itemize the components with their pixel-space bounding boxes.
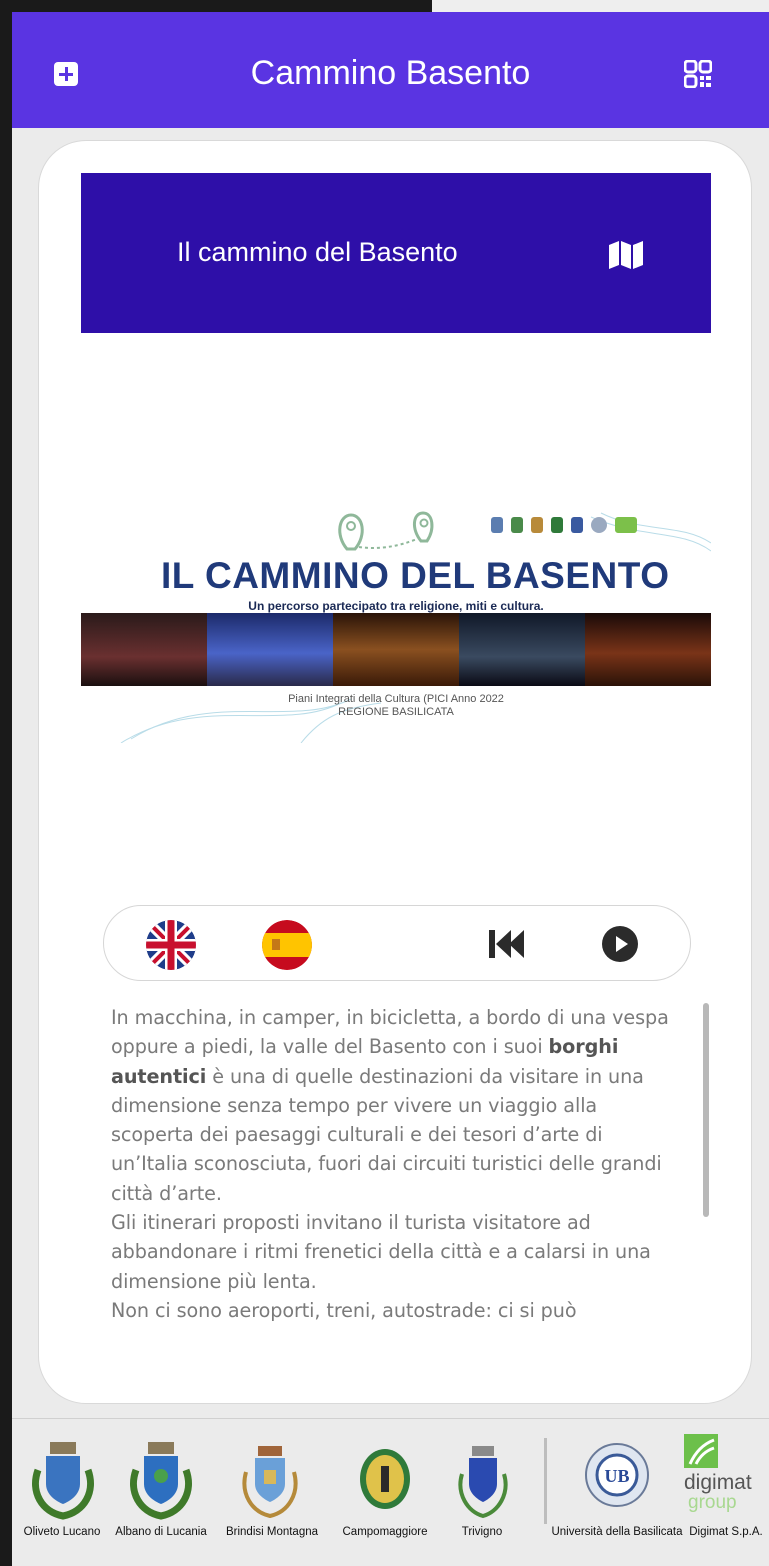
- sponsor-label: Trivigno: [461, 1526, 503, 1538]
- poster-caption-line-2: REGIONE BASILICATA: [338, 706, 454, 718]
- poster-image: IL CAMMINO DEL BASENTO Un percorso parte…: [81, 503, 711, 743]
- footer-divider: [12, 1418, 769, 1419]
- unibas-seal-icon: UB: [585, 1443, 649, 1507]
- digimat-logo-subtext: group: [688, 1492, 737, 1513]
- qr-code-icon[interactable]: [684, 60, 712, 88]
- sponsor-label: Campomaggiore: [342, 1526, 428, 1538]
- poster-caption: Piani Integrati della Cultura (PICI Anno…: [81, 693, 711, 719]
- svg-text:UB: UB: [604, 1466, 629, 1486]
- sponsor-label: Digimat S.p.A.: [689, 1526, 763, 1538]
- audio-controls: [103, 905, 691, 981]
- map-pin-icon: [338, 511, 434, 551]
- digimat-logo-icon: digimat group: [684, 1434, 752, 1513]
- device-frame-left: [0, 0, 12, 1566]
- campomaggiore-crest-icon: [360, 1449, 410, 1509]
- section-banner[interactable]: Il cammino del Basento: [81, 173, 711, 333]
- trivigno-crest-icon: [458, 1446, 508, 1519]
- play-icon[interactable]: [602, 926, 638, 962]
- device-frame-top: [0, 0, 432, 12]
- description-p3: Non ci sono aeroporti, treni, autostrade…: [111, 1298, 577, 1322]
- poster-photo-strip: [81, 613, 711, 686]
- oliveto-lucano-crest-icon: [32, 1442, 94, 1520]
- poster-caption-line-1: Piani Integrati della Cultura (PICI Anno…: [288, 693, 504, 705]
- content-card: Il cammino del Basento IL CAMMINO DEL BA…: [38, 140, 752, 1404]
- uk-flag-icon[interactable]: [146, 920, 196, 970]
- sponsor-label: Albano di Lucania: [115, 1526, 207, 1538]
- map-icon[interactable]: [609, 241, 645, 269]
- banner-title: Il cammino del Basento: [177, 237, 458, 267]
- sponsor-label: Università della Basilicata: [551, 1526, 683, 1538]
- sponsor-label: Brindisi Montagna: [225, 1526, 319, 1538]
- poster-title: IL CAMMINO DEL BASENTO: [161, 555, 670, 596]
- sponsor-label: Oliveto Lucano: [23, 1526, 101, 1538]
- app-title: Cammino Basento: [250, 54, 531, 92]
- app-header: Cammino Basento: [12, 12, 769, 128]
- sponsor-footer: Oliveto Lucano Albano di Lucania Brindis…: [12, 1430, 769, 1566]
- description-scrollbar[interactable]: [703, 1003, 709, 1217]
- poster-sponsor-logos: [491, 517, 637, 533]
- spain-flag-icon[interactable]: [262, 920, 312, 970]
- skip-previous-icon[interactable]: [489, 930, 529, 958]
- albano-di-lucania-crest-icon: [130, 1442, 192, 1520]
- sponsor-separator: [544, 1438, 547, 1524]
- description-text: In macchina, in camper, in bicicletta, a…: [111, 1003, 681, 1373]
- poster-subtitle: Un percorso partecipato tra religione, m…: [248, 599, 544, 613]
- description-p2: Gli itinerari proposti invitano il turis…: [111, 1211, 651, 1293]
- brindisi-montagna-crest-icon: [242, 1446, 298, 1519]
- digimat-logo-text: digimat: [684, 1471, 752, 1494]
